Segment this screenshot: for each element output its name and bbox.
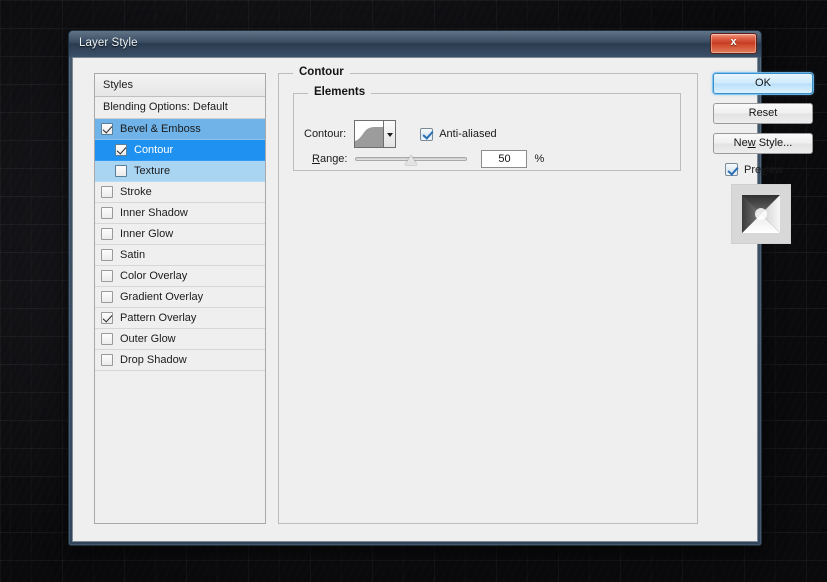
style-row-texture[interactable]: Texture bbox=[95, 161, 265, 182]
style-row-label: Inner Glow bbox=[120, 227, 174, 240]
new-style-button[interactable]: New Style... bbox=[713, 133, 813, 154]
style-row-label: Inner Shadow bbox=[120, 206, 188, 219]
style-row-checkbox[interactable] bbox=[101, 270, 113, 282]
style-row-color-overlay[interactable]: Color Overlay bbox=[95, 266, 265, 287]
chevron-down-icon[interactable] bbox=[383, 121, 396, 147]
dialog-title: Layer Style bbox=[79, 37, 138, 49]
style-row-checkbox[interactable] bbox=[101, 186, 113, 198]
range-unit-label: % bbox=[534, 153, 545, 165]
anti-aliased-checkbox[interactable]: Anti-aliased bbox=[420, 127, 497, 141]
style-row-checkbox[interactable] bbox=[115, 144, 127, 156]
style-row-label: Pattern Overlay bbox=[120, 311, 197, 324]
style-row-label: Color Overlay bbox=[120, 269, 188, 282]
style-row-inner-shadow[interactable]: Inner Shadow bbox=[95, 203, 265, 224]
style-row-label: Drop Shadow bbox=[120, 353, 187, 366]
style-row-checkbox[interactable] bbox=[101, 333, 113, 345]
style-row-bevel-emboss[interactable]: Bevel & Emboss bbox=[95, 119, 265, 140]
style-row-stroke[interactable]: Stroke bbox=[95, 182, 265, 203]
contour-group-title: Contour bbox=[293, 66, 350, 78]
style-row-outer-glow[interactable]: Outer Glow bbox=[95, 329, 265, 350]
dialog-button-column: OK Reset New Style... Preview bbox=[713, 73, 825, 244]
reset-button[interactable]: Reset bbox=[713, 103, 813, 124]
style-row-checkbox[interactable] bbox=[101, 207, 113, 219]
preview-label: Preview bbox=[744, 163, 784, 176]
styles-list-header: Styles bbox=[95, 74, 265, 97]
range-field-label: Range: bbox=[312, 153, 348, 165]
styles-list-rows: Bevel & Emboss Contour Texture Stroke Inner … bbox=[95, 119, 265, 371]
style-row-checkbox[interactable] bbox=[101, 123, 113, 135]
dialog-titlebar[interactable]: Layer Style x bbox=[69, 31, 761, 57]
style-row-label: Stroke bbox=[120, 185, 152, 198]
style-row-checkbox[interactable] bbox=[101, 354, 113, 366]
close-icon: x bbox=[730, 36, 737, 48]
preview-thumbnail bbox=[731, 184, 791, 244]
style-row-checkbox[interactable] bbox=[101, 312, 113, 324]
style-row-checkbox[interactable] bbox=[115, 165, 127, 177]
elements-group-box: Elements Contour: Anti-aliased Range: 50… bbox=[293, 86, 681, 171]
anti-aliased-label: Anti-aliased bbox=[439, 128, 497, 140]
style-row-label: Bevel & Emboss bbox=[120, 122, 201, 135]
preview-checkbox-box[interactable] bbox=[725, 163, 738, 176]
ok-button[interactable]: OK bbox=[713, 73, 813, 94]
style-row-satin[interactable]: Satin bbox=[95, 245, 265, 266]
contour-preset-picker[interactable] bbox=[354, 120, 397, 148]
titlebar-gloss bbox=[69, 31, 761, 43]
preview-checkbox[interactable]: Preview bbox=[725, 163, 825, 176]
styles-list-panel: Styles Blending Options: Default Bevel &… bbox=[94, 73, 266, 524]
range-value-input[interactable]: 50 bbox=[481, 150, 528, 168]
contour-group-box: Contour Elements Contour: Anti-aliased R… bbox=[278, 66, 698, 524]
bevel-emboss-preview-icon bbox=[742, 195, 780, 233]
style-row-checkbox[interactable] bbox=[101, 291, 113, 303]
style-row-label: Gradient Overlay bbox=[120, 290, 204, 303]
chevron-down-glyph bbox=[386, 132, 393, 137]
style-row-label: Outer Glow bbox=[120, 332, 176, 345]
dialog-frame-inner: Styles Blending Options: Default Bevel &… bbox=[72, 57, 813, 542]
style-row-inner-glow[interactable]: Inner Glow bbox=[95, 224, 265, 245]
close-button[interactable]: x bbox=[710, 33, 757, 54]
contour-field-row: Contour: Anti-aliased bbox=[304, 120, 497, 148]
range-slider[interactable] bbox=[355, 151, 468, 167]
layer-style-dialog: Layer Style x Styles Blending Options: D… bbox=[68, 30, 813, 546]
style-row-gradient-overlay[interactable]: Gradient Overlay bbox=[95, 287, 265, 308]
range-field-row: Range: 50 % bbox=[312, 150, 544, 168]
style-row-checkbox[interactable] bbox=[101, 249, 113, 261]
contour-curve-icon[interactable] bbox=[355, 121, 384, 147]
style-row-label: Contour bbox=[134, 143, 174, 156]
range-slider-thumb[interactable] bbox=[405, 155, 418, 165]
anti-aliased-checkbox-box[interactable] bbox=[420, 127, 434, 141]
dialog-client-area: Styles Blending Options: Default Bevel &… bbox=[73, 58, 813, 541]
style-row-contour[interactable]: Contour bbox=[95, 140, 265, 161]
style-row-label: Texture bbox=[134, 164, 171, 177]
style-row-pattern-overlay[interactable]: Pattern Overlay bbox=[95, 308, 265, 329]
blending-options-row[interactable]: Blending Options: Default bbox=[95, 97, 265, 119]
style-row-checkbox[interactable] bbox=[101, 228, 113, 240]
style-row-label: Satin bbox=[120, 248, 146, 261]
contour-field-label: Contour: bbox=[304, 128, 347, 140]
style-row-drop-shadow[interactable]: Drop Shadow bbox=[95, 350, 265, 371]
elements-group-title: Elements bbox=[308, 86, 372, 98]
